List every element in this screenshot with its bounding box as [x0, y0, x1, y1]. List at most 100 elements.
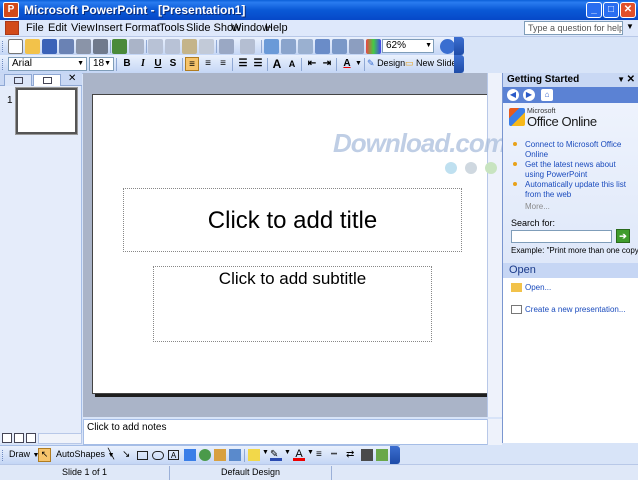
text-box-icon[interactable]: A — [168, 450, 179, 460]
expand-all-icon[interactable] — [332, 39, 347, 54]
menu-help[interactable]: Help — [265, 22, 288, 34]
tables-borders-icon[interactable] — [298, 39, 313, 54]
insert-chart-icon[interactable] — [264, 39, 279, 54]
menu-edit[interactable]: Edit — [48, 22, 67, 34]
notes-pane[interactable]: Click to add notes — [83, 419, 500, 445]
arrow-icon[interactable]: ↘ — [122, 449, 134, 461]
diagram-icon[interactable] — [199, 449, 211, 461]
align-center-button[interactable]: ≡ — [201, 57, 215, 71]
save-icon[interactable] — [42, 39, 57, 54]
search-go-button[interactable]: ➔ — [616, 229, 630, 243]
font-size-select[interactable]: 18 ▼ — [89, 57, 114, 71]
font-name-select[interactable]: Arial ▼ — [8, 57, 87, 71]
forward-icon[interactable]: ▶ — [523, 89, 535, 101]
redo-icon[interactable] — [240, 39, 255, 54]
vertical-scrollbar[interactable] — [487, 73, 502, 417]
numbering-button[interactable]: ☰ — [236, 57, 250, 71]
back-icon[interactable]: ◀ — [507, 89, 519, 101]
close-icon[interactable]: ✕ — [68, 73, 76, 84]
toolbar-grip[interactable] — [2, 41, 5, 52]
undo-icon[interactable] — [219, 39, 234, 54]
format-painter-icon[interactable] — [199, 39, 214, 54]
dash-style-icon[interactable]: ┅ — [331, 449, 343, 461]
search-input[interactable] — [511, 230, 612, 243]
increase-indent-button[interactable]: ⇥ — [320, 57, 334, 71]
line-icon[interactable]: ╲ — [108, 449, 120, 461]
design-button[interactable]: ✎ Design — [367, 58, 405, 69]
toolbar-options-icon[interactable] — [390, 446, 400, 464]
decrease-indent-button[interactable]: ⇤ — [305, 57, 319, 71]
close-button[interactable]: ✕ — [620, 2, 636, 18]
slide-show-icon[interactable] — [26, 433, 36, 443]
insert-diagram-icon[interactable] — [315, 39, 330, 54]
font-color-icon[interactable]: A — [293, 449, 305, 461]
close-icon[interactable]: ✕ — [627, 73, 635, 87]
more-link[interactable]: More... — [525, 202, 550, 211]
new-slide-button[interactable]: ▭ New Slide — [405, 58, 457, 69]
powerpoint-app-icon[interactable]: P — [3, 2, 19, 18]
toolbar-options-icon[interactable] — [454, 37, 464, 55]
chevron-down-icon[interactable]: ▼ — [284, 449, 291, 456]
tab-outline[interactable] — [4, 74, 32, 86]
office-online-logo[interactable]: Microsoft Office Online — [509, 108, 633, 129]
link-connect-office-online[interactable]: Connect to Microsoft Office Online — [525, 140, 633, 160]
increase-font-button[interactable]: A — [270, 57, 284, 71]
home-icon[interactable]: ⌂ — [541, 89, 553, 101]
insert-table-icon[interactable] — [281, 39, 296, 54]
chevron-down-icon[interactable]: ▼ — [307, 449, 314, 456]
help-question-input[interactable]: Type a question for help — [524, 21, 623, 35]
research-icon[interactable] — [129, 39, 144, 54]
menu-format[interactable]: Format — [125, 22, 160, 34]
copy-icon[interactable] — [165, 39, 180, 54]
spelling-icon[interactable] — [112, 39, 127, 54]
help-dropdown-icon[interactable]: ▼ — [626, 22, 634, 31]
arrow-style-icon[interactable]: ⇄ — [346, 449, 358, 461]
menu-tools[interactable]: Tools — [159, 22, 185, 34]
title-placeholder[interactable]: Click to add title — [123, 188, 462, 252]
fill-color-icon[interactable] — [248, 449, 260, 461]
email-icon[interactable] — [76, 39, 91, 54]
rectangle-icon[interactable] — [137, 451, 148, 460]
3d-style-icon[interactable] — [376, 449, 388, 461]
minimize-button[interactable]: _ — [586, 2, 602, 18]
chevron-down-icon[interactable]: ▼ — [262, 449, 269, 456]
chevron-down-icon[interactable]: ▼ — [355, 60, 362, 67]
create-presentation-link[interactable]: Create a new presentation... — [525, 305, 626, 315]
help-icon[interactable] — [440, 39, 455, 54]
line-style-icon[interactable]: ≡ — [316, 449, 328, 461]
align-right-button[interactable]: ≡ — [216, 57, 230, 71]
subtitle-placeholder[interactable]: Click to add subtitle — [153, 266, 432, 342]
menu-file[interactable]: File — [26, 22, 44, 34]
decrease-font-button[interactable]: A — [285, 57, 299, 71]
italic-button[interactable]: I — [136, 57, 150, 71]
slide-sorter-icon[interactable] — [14, 433, 24, 443]
new-document-icon[interactable] — [8, 39, 23, 54]
show-formatting-icon[interactable] — [349, 39, 364, 54]
chevron-down-icon[interactable]: ▼ — [617, 73, 625, 87]
slide-thumbnail[interactable] — [16, 88, 77, 134]
zoom-select[interactable]: 62% ▼ — [382, 39, 434, 53]
clip-art-icon[interactable] — [214, 449, 226, 461]
notes-scrollbar[interactable] — [487, 419, 502, 445]
draw-menu-button[interactable]: Draw ▼ — [9, 449, 39, 459]
font-color-button[interactable]: A — [340, 57, 354, 71]
normal-view-icon[interactable] — [2, 433, 12, 443]
toolbar-options-icon[interactable] — [454, 55, 464, 73]
maximize-button[interactable]: □ — [603, 2, 619, 18]
open-link[interactable]: Open... — [525, 283, 551, 293]
underline-button[interactable]: U — [151, 57, 165, 71]
line-color-icon[interactable]: ✎ — [270, 449, 282, 461]
link-latest-news[interactable]: Get the latest news about using PowerPoi… — [525, 160, 635, 180]
paste-icon[interactable] — [182, 39, 197, 54]
link-auto-update[interactable]: Automatically update this list from the … — [525, 180, 629, 200]
wordart-icon[interactable] — [184, 449, 196, 461]
shadow-button[interactable]: S — [166, 57, 180, 71]
shadow-style-icon[interactable] — [361, 449, 373, 461]
oval-icon[interactable] — [152, 451, 164, 460]
permission-icon[interactable] — [59, 39, 74, 54]
autoshapes-button[interactable]: AutoShapes ▼ — [56, 449, 115, 459]
open-folder-icon[interactable] — [25, 39, 40, 54]
bold-button[interactable]: B — [120, 57, 134, 71]
horizontal-scrollbar[interactable] — [38, 433, 82, 444]
print-icon[interactable] — [93, 39, 108, 54]
